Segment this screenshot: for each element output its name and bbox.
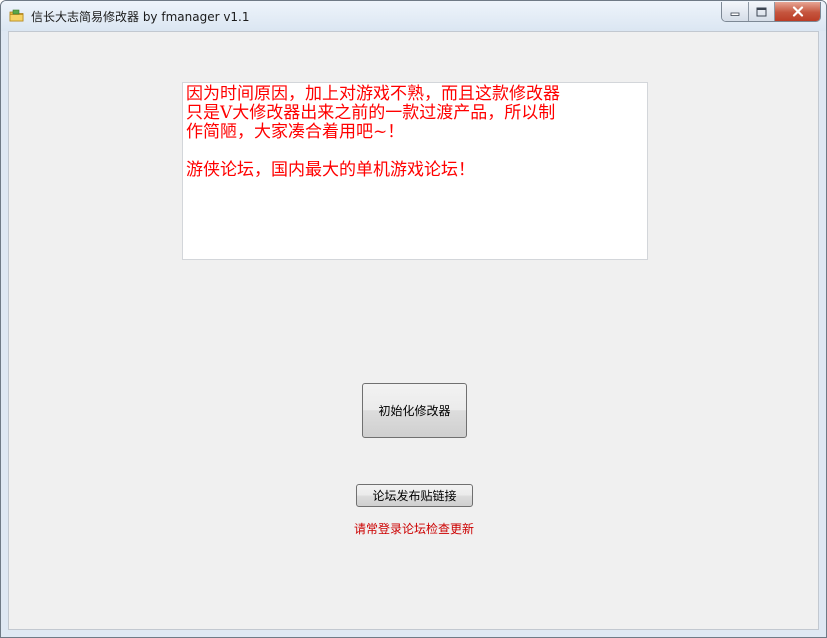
- maximize-icon: [756, 7, 767, 16]
- minimize-button[interactable]: [722, 2, 749, 21]
- folder-icon: [9, 9, 24, 22]
- info-line: 因为时间原因，加上对游戏不熟，而且这款修改器: [186, 84, 560, 104]
- close-icon: [792, 6, 803, 17]
- maximize-button[interactable]: [749, 2, 775, 21]
- info-textbox[interactable]: 因为时间原因，加上对游戏不熟，而且这款修改器 只是V大修改器出来之前的一款过渡产…: [182, 82, 648, 260]
- main-panel: 因为时间原因，加上对游戏不熟，而且这款修改器 只是V大修改器出来之前的一款过渡产…: [8, 31, 819, 630]
- info-line: 作简陋，大家凑合着用吧~！: [186, 122, 405, 142]
- window-controls: [721, 2, 821, 22]
- forum-post-link-button[interactable]: 论坛发布贴链接: [356, 484, 473, 507]
- minimize-icon: [730, 12, 740, 16]
- info-line: 只是V大修改器出来之前的一款过渡产品，所以制: [186, 103, 556, 123]
- title-bar[interactable]: 信长大志简易修改器 by fmanager v1.1: [1, 1, 826, 31]
- info-line: [186, 142, 644, 161]
- info-line: 游侠论坛，国内最大的单机游戏论坛！: [186, 160, 475, 180]
- update-notice: 请常登录论坛检查更新: [354, 522, 475, 536]
- close-button[interactable]: [775, 2, 820, 21]
- window-title: 信长大志简易修改器 by fmanager v1.1: [31, 10, 250, 24]
- init-trainer-button[interactable]: 初始化修改器: [362, 383, 467, 438]
- app-window: 信长大志简易修改器 by fmanager v1.1 因为时间原因，加上对游戏不…: [0, 0, 827, 638]
